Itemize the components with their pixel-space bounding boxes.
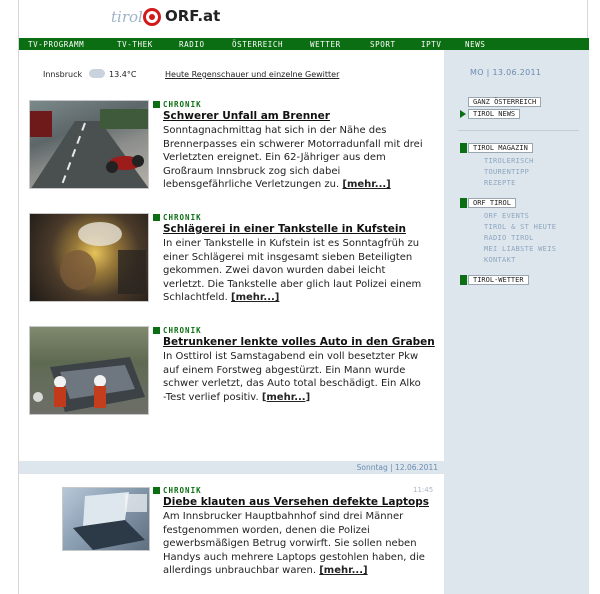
nav-item-tv-programm[interactable]: TV-PROGRAMM: [28, 40, 84, 49]
article-4-more-link[interactable]: [mehr...]: [319, 565, 367, 576]
article-1-thumbnail[interactable]: [29, 100, 149, 189]
article-4-time: 11:45: [413, 486, 434, 494]
logo-brand[interactable]: ORF.at: [165, 7, 220, 25]
sidebar-button-orf-tirol[interactable]: ORF TIROL: [468, 198, 516, 208]
article-2-body: In einer Tankstelle in Kufstein ist es S…: [163, 238, 422, 304]
article-2-thumbnail[interactable]: [29, 213, 149, 302]
article-2-headline[interactable]: Schlägerei in einer Tankstelle in Kufste…: [163, 223, 406, 235]
day-separator-date: Sonntag | 12.06.2011: [356, 463, 438, 472]
nav-item-oesterreich[interactable]: ÖSTERREICH: [232, 40, 283, 49]
article-1-body: Sonntagnachmittag hat sich in der Nähe d…: [163, 125, 423, 191]
article-2-image: [60, 222, 146, 294]
sidebar-link-mei-liabste-weis[interactable]: MEI LIABSTE WEIS: [484, 245, 556, 253]
sidebar-link-kontakt[interactable]: KONTAKT: [484, 256, 516, 264]
sidebar-button-tirol-magazin[interactable]: TIROL MAGAZIN: [468, 143, 533, 153]
article-3-body: In Osttirol ist Samstagabend ein voll be…: [163, 351, 421, 403]
cloud-rain-icon: [89, 69, 105, 78]
sidebar-button-ganz-oesterreich[interactable]: GANZ ÖSTERREICH: [468, 97, 542, 107]
right-sidebar: MO | 13.06.2011 GANZ ÖSTERREICH TIROL NE…: [444, 50, 589, 594]
section-marker: [460, 143, 467, 153]
sidebar-link-tourentipp[interactable]: TOURENTIPP: [484, 168, 529, 176]
article-1-more-link[interactable]: [mehr...]: [342, 179, 390, 190]
sidebar-button-tirol-news[interactable]: TIROL NEWS: [468, 109, 521, 119]
section-marker: [460, 198, 467, 208]
sidebar-link-orf-events[interactable]: ORF EVENTS: [484, 212, 529, 220]
nav-item-iptv[interactable]: IPTV: [421, 40, 441, 49]
article-2-more-link[interactable]: [mehr...]: [231, 292, 279, 303]
sidebar-button-tirol-wetter[interactable]: TIROL-WETTER: [468, 275, 529, 285]
weather-city: Innsbruck: [43, 70, 83, 79]
article-4-category: CHRONIK: [163, 486, 202, 495]
category-marker: [153, 487, 160, 494]
current-arrow-icon: [460, 110, 466, 118]
section-marker: [460, 275, 467, 285]
article-2-category: CHRONIK: [163, 213, 202, 222]
article-4-thumbnail[interactable]: [62, 487, 150, 551]
article-3-thumbnail[interactable]: [29, 326, 149, 415]
weather-forecast-link[interactable]: Heute Regenschauer und einzelne Gewitter: [165, 70, 339, 79]
article-3-category: CHRONIK: [163, 326, 202, 335]
article-3-more-link[interactable]: [mehr...]: [262, 392, 310, 403]
nav-item-wetter[interactable]: WETTER: [310, 40, 341, 49]
sidebar-link-radio-tirol[interactable]: RADIO TIROL: [484, 234, 534, 242]
article-4-body: Am Innsbrucker Hauptbahnhof sind drei Mä…: [163, 511, 425, 577]
article-1-headline[interactable]: Schwerer Unfall am Brenner: [163, 110, 330, 122]
weather-temp: 13.4°C: [109, 70, 137, 79]
nav-item-radio[interactable]: RADIO: [179, 40, 205, 49]
category-marker: [153, 327, 160, 334]
nav-item-sport[interactable]: SPORT: [370, 40, 396, 49]
nav-item-tv-thek[interactable]: TV-THEK: [117, 40, 153, 49]
category-marker: [153, 214, 160, 221]
sidebar-divider: [458, 130, 579, 131]
article-3-image: [33, 357, 145, 412]
category-marker: [153, 101, 160, 108]
main-nav: TV-PROGRAMM TV-THEK RADIO ÖSTERREICH WET…: [19, 38, 589, 50]
article-4-image: [73, 492, 147, 550]
sidebar-date: MO | 13.06.2011: [470, 68, 542, 77]
article-1-category: CHRONIK: [163, 100, 202, 109]
page-frame: tirol ORF.at TV-PROGRAMM TV-THEK RADIO Ö…: [18, 0, 589, 594]
sidebar-link-tirol-st-heute[interactable]: TIROL & ST HEUTE: [484, 223, 556, 231]
day-separator: Sonntag | 12.06.2011: [19, 461, 444, 474]
orf-eye-icon[interactable]: [143, 8, 161, 26]
sidebar-link-rezepte[interactable]: REZEPTE: [484, 179, 516, 187]
nav-item-news[interactable]: NEWS: [465, 40, 485, 49]
article-1-image: [30, 109, 148, 188]
site-header: tirol ORF.at: [19, 0, 589, 38]
logo-region[interactable]: tirol: [111, 8, 143, 26]
article-3-headline[interactable]: Betrunkener lenkte volles Auto in den Gr…: [163, 336, 435, 348]
article-4-headline[interactable]: Diebe klauten aus Versehen defekte Lapto…: [163, 496, 429, 508]
sidebar-link-tirolerisch[interactable]: TIROLERISCH: [484, 157, 534, 165]
